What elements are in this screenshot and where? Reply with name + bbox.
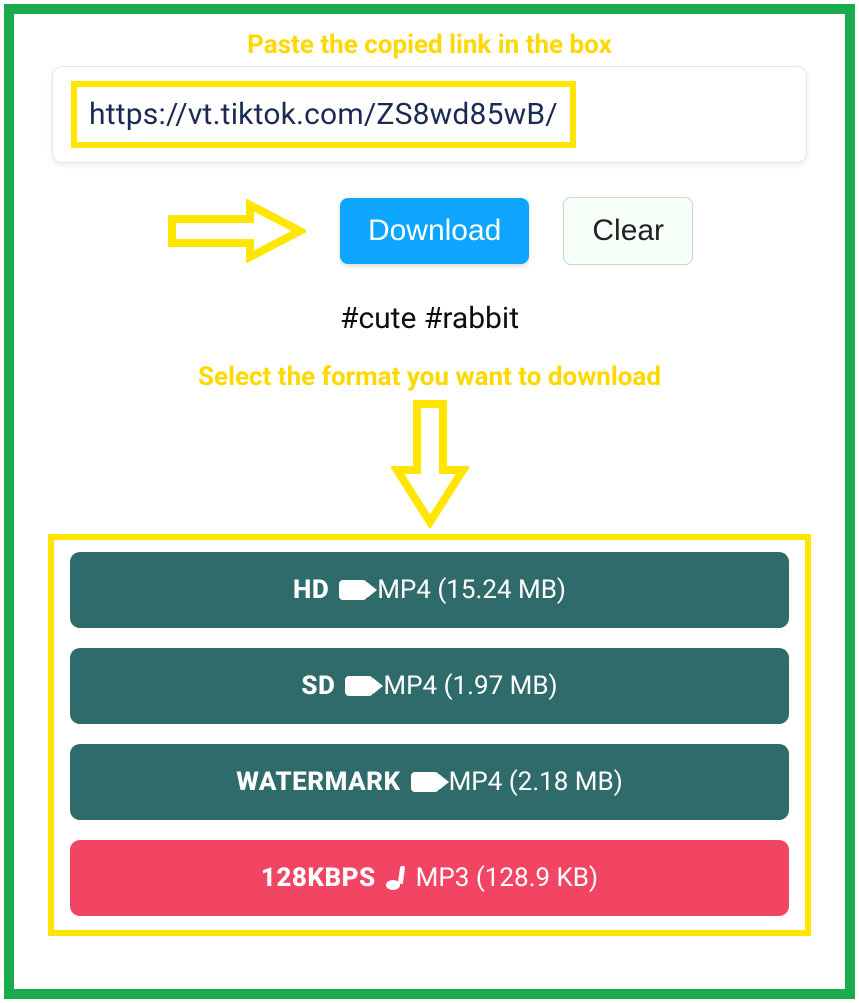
video-icon (345, 676, 373, 696)
action-row: Download Clear (44, 197, 815, 265)
hint-paste-link: Paste the copied link in the box (44, 30, 815, 60)
option-detail: MP4 (2.18 MB) (449, 767, 623, 797)
video-icon (339, 580, 367, 600)
app-frame: Paste the copied link in the box https:/… (4, 4, 855, 999)
option-detail: MP4 (1.97 MB) (383, 671, 557, 701)
option-quality: 128KBPS (261, 863, 376, 893)
format-options-box: HD MP4 (15.24 MB) SD MP4 (1.97 MB) WATER… (48, 534, 811, 936)
arrow-down-icon (391, 398, 469, 528)
url-input-value[interactable]: https://vt.tiktok.com/ZS8wd85wB/ (89, 97, 558, 132)
url-highlight-box: https://vt.tiktok.com/ZS8wd85wB/ (71, 81, 576, 148)
option-watermark-mp4[interactable]: WATERMARK MP4 (2.18 MB) (70, 744, 789, 820)
arrow-down-wrap (44, 398, 815, 528)
video-hashtags: #cute #rabbit (44, 301, 815, 336)
option-detail: MP4 (15.24 MB) (377, 575, 566, 605)
option-quality: HD (293, 575, 329, 605)
option-sd-mp4[interactable]: SD MP4 (1.97 MB) (70, 648, 789, 724)
content-area: Paste the copied link in the box https:/… (14, 14, 845, 956)
music-icon (386, 866, 406, 890)
arrow-right-icon (166, 199, 306, 263)
download-button[interactable]: Download (340, 198, 529, 264)
option-128kbps-mp3[interactable]: 128KBPS MP3 (128.9 KB) (70, 840, 789, 916)
option-quality: WATERMARK (236, 767, 400, 797)
hint-select-format: Select the format you want to download (44, 362, 815, 392)
clear-button[interactable]: Clear (563, 197, 693, 265)
url-input-card[interactable]: https://vt.tiktok.com/ZS8wd85wB/ (52, 66, 807, 163)
option-quality: SD (301, 671, 335, 701)
video-icon (411, 772, 439, 792)
option-detail: MP3 (128.9 KB) (416, 863, 598, 893)
option-hd-mp4[interactable]: HD MP4 (15.24 MB) (70, 552, 789, 628)
